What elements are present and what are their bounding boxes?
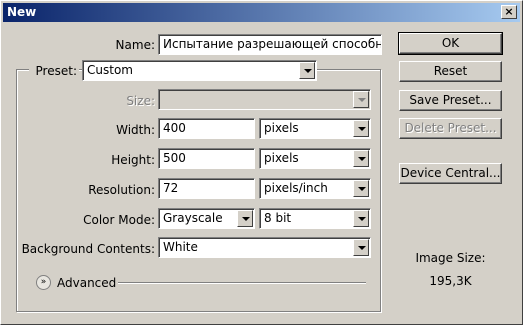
width-unit-select[interactable]: pixels <box>259 118 371 139</box>
background-contents-select[interactable]: White <box>158 237 371 258</box>
ok-button[interactable]: OK <box>398 32 503 55</box>
dropdown-arrow-icon[interactable] <box>353 180 369 197</box>
dropdown-arrow-icon[interactable] <box>353 150 369 167</box>
bit-depth-select[interactable]: 8 bit <box>259 208 371 229</box>
height-field[interactable]: 500 <box>158 148 255 169</box>
dropdown-arrow-icon[interactable] <box>353 120 369 137</box>
image-size-label: Image Size: <box>415 251 486 265</box>
preset-select[interactable]: Custom <box>82 60 317 81</box>
height-label: Height: <box>111 153 155 167</box>
image-size-value: 195,3K <box>429 274 472 288</box>
resolution-unit-select[interactable]: pixels/inch <box>259 178 371 199</box>
color-mode-select[interactable]: Grayscale <box>158 208 255 229</box>
dropdown-arrow-icon[interactable] <box>237 210 253 227</box>
advanced-toggle-icon[interactable]: » <box>36 275 51 290</box>
width-label: Width: <box>116 123 155 137</box>
title-bar[interactable]: New × <box>3 3 520 22</box>
size-select[interactable] <box>158 89 371 110</box>
device-central-button[interactable]: Device Central... <box>399 163 502 184</box>
resolution-unit-value: pixels/inch <box>264 181 328 195</box>
background-contents-value: White <box>163 240 198 254</box>
height-unit-select[interactable]: pixels <box>259 148 371 169</box>
resolution-field[interactable]: 72 <box>158 178 255 199</box>
new-document-dialog: New × Name: Испытание разрешающей способ… <box>0 0 523 325</box>
color-mode-label: Color Mode: <box>83 213 155 227</box>
width-field[interactable]: 400 <box>158 118 255 139</box>
advanced-divider <box>118 282 366 284</box>
color-mode-value: Grayscale <box>163 211 223 225</box>
dropdown-arrow-icon[interactable] <box>353 210 369 227</box>
preset-value: Custom <box>87 63 133 77</box>
bit-depth-value: 8 bit <box>264 211 292 225</box>
size-label: Size: <box>126 94 155 108</box>
height-unit-value: pixels <box>264 151 299 165</box>
width-unit-value: pixels <box>264 121 299 135</box>
reset-button[interactable]: Reset <box>399 61 502 82</box>
background-contents-label: Background Contents: <box>21 242 155 256</box>
dropdown-arrow-icon[interactable] <box>299 62 315 79</box>
name-label: Name: <box>115 38 155 52</box>
window-title: New <box>7 5 37 19</box>
close-icon[interactable]: × <box>501 5 517 19</box>
save-preset-button[interactable]: Save Preset... <box>399 90 502 111</box>
dropdown-arrow-icon[interactable] <box>353 91 369 108</box>
dropdown-arrow-icon[interactable] <box>353 239 369 256</box>
advanced-label[interactable]: Advanced <box>57 275 116 291</box>
preset-label: Preset: <box>29 63 79 79</box>
resolution-label: Resolution: <box>88 183 155 197</box>
delete-preset-button: Delete Preset... <box>399 118 502 139</box>
name-field[interactable]: Испытание разрешающей способности <box>158 34 382 55</box>
